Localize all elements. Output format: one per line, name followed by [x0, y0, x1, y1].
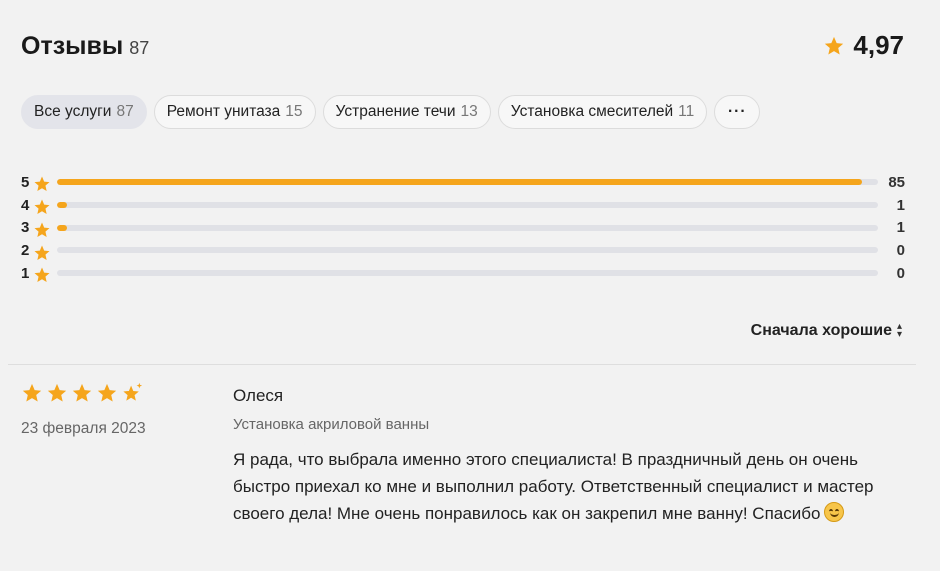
rating-row-5: 5 85 — [21, 171, 911, 194]
page-title: Отзывы 87 — [21, 32, 149, 61]
review-stars — [21, 382, 143, 404]
star-icon — [22, 383, 42, 402]
row-count: 0 — [896, 264, 905, 282]
row-count: 0 — [896, 242, 905, 260]
reviews-count: 87 — [129, 38, 150, 58]
rating-row-3: 3 1 — [21, 217, 911, 240]
review-date: 23 февраля 2023 — [21, 420, 146, 437]
filter-mixer-install[interactable]: Установка смесителей 11 — [497, 95, 708, 129]
reviews-header: Отзывы 87 4,97 — [21, 30, 904, 66]
filter-count: 11 — [678, 103, 695, 120]
smiling-face-emoji — [824, 502, 845, 522]
star-icon — [34, 267, 50, 283]
star-icon — [825, 36, 844, 55]
bar-track — [57, 224, 878, 231]
title-text: Отзывы — [21, 32, 124, 60]
row-stars: 1 — [21, 264, 30, 282]
row-count: 1 — [896, 219, 905, 237]
filter-label: Устранение течи — [335, 103, 456, 120]
service-filters: Все услуги 87 Ремонт унитаза 15 Устранение… — [21, 95, 761, 129]
bar-track — [57, 247, 878, 254]
rating-distribution: 5 85 4 1 3 1 2 0 1 0 — [21, 171, 911, 285]
divider — [8, 364, 916, 365]
star-icon — [34, 222, 50, 237]
more-icon: ··· — [728, 103, 747, 120]
rating-row-4: 4 1 — [21, 194, 911, 217]
rating-value: 4,97 — [853, 30, 904, 60]
filter-count: 87 — [116, 103, 134, 120]
review-author: Олеся — [233, 386, 284, 405]
filter-toilet-repair[interactable]: Ремонт унитаза 15 — [153, 95, 316, 129]
filter-count: 15 — [285, 103, 303, 120]
row-stars: 4 — [21, 196, 30, 214]
filter-label: Установка смесителей — [510, 103, 674, 120]
filter-label: Все услуги — [34, 103, 112, 120]
row-stars: 3 — [21, 219, 30, 237]
star-icon — [34, 199, 50, 215]
filter-count: 13 — [460, 103, 478, 120]
bar-fill — [57, 224, 67, 231]
star-icon — [34, 176, 50, 192]
bar-track — [57, 179, 878, 185]
rating-row-2: 2 0 — [21, 239, 911, 262]
bar-track — [57, 270, 878, 276]
row-count: 1 — [896, 196, 905, 214]
rating-row-1: 1 0 — [21, 262, 911, 285]
more-filters-button[interactable]: ··· — [714, 95, 761, 129]
review-service: Установка акриловой ванны — [233, 416, 430, 433]
filter-all-services[interactable]: Все услуги 87 — [21, 95, 147, 129]
row-stars: 5 — [21, 173, 30, 191]
filter-leak-fix[interactable]: Устранение течи 13 — [322, 95, 491, 129]
star-icon — [97, 383, 117, 402]
sort-arrows-icon: ▴ ▾ — [896, 321, 902, 340]
filter-label: Ремонт унитаза — [166, 103, 281, 120]
star-icon — [47, 383, 67, 402]
review-text: Я рада, что выбрала именно этого специал… — [233, 450, 874, 523]
sparkle-star-icon — [123, 382, 143, 401]
overall-rating: 4,97 — [823, 30, 904, 61]
row-stars: 2 — [21, 242, 30, 260]
row-count: 85 — [888, 173, 905, 191]
sort-label: Сначала хорошие — [750, 322, 892, 339]
review-text-block: Я рада, что выбрала именно этого специал… — [233, 446, 903, 527]
star-icon — [34, 245, 50, 260]
bar-fill — [57, 179, 862, 185]
star-icon — [72, 383, 92, 402]
bar-fill — [57, 201, 67, 208]
bar-track — [57, 201, 878, 208]
sort-dropdown[interactable]: Сначала хорошие ▴ ▾ — [751, 322, 902, 340]
